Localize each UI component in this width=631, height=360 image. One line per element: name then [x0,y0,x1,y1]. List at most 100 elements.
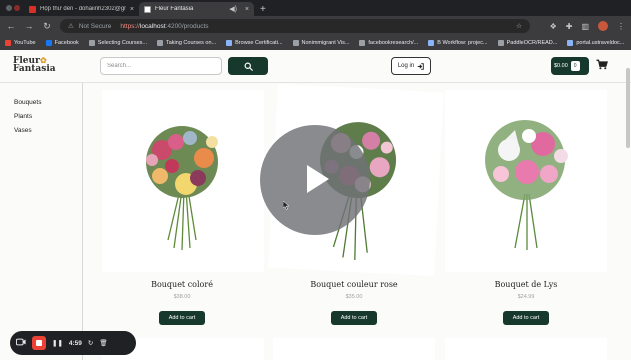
restart-icon[interactable]: ↻ [88,339,93,347]
bookmark-item[interactable]: B Workflow: projec... [428,39,488,46]
toolbar-icons: ❖ ✚ ▥ ⋮ [550,21,625,31]
cart-summary-button[interactable]: $0.00 0 [551,57,589,75]
bookmark-item[interactable]: Taking Courses on... [157,39,217,46]
github-icon [497,39,504,46]
tab-title: Fleur Fantasia [155,6,194,12]
bookmark-youtube[interactable]: YouTube [5,39,36,46]
audio-icon[interactable]: ◀) [229,5,237,13]
stop-recording-button[interactable] [32,336,46,350]
close-tab-icon[interactable]: × [245,6,249,13]
page-scrollbar[interactable] [625,50,631,360]
category-sidebar: Bouquets Plants Vases [0,83,83,360]
scrollbar-thumb[interactable] [626,68,630,148]
browser-chrome: Hộp thư đến - dohaiinh2302@gmail.com - G… [0,0,631,50]
bookmark-label: Taking Courses on... [166,39,217,46]
site-header: Fleur Fantasia ✿ Log in $0.00 0 [0,50,631,83]
search-icon [244,62,253,71]
login-button[interactable]: Log in [391,57,431,75]
close-tab-icon[interactable]: × [130,6,134,13]
bookmark-label: PaddleOCR/READ... [506,39,558,46]
address-bar[interactable]: ⚠ Not Secure https://localhost:4200/prod… [60,19,530,33]
product-image[interactable] [445,90,607,272]
pause-icon[interactable]: ❚❚ [52,339,63,347]
cart-total: $0.00 [554,63,568,69]
forward-icon[interactable]: → [24,21,34,31]
url-port: :4200 [165,22,182,30]
bookmark-facebook[interactable]: Facebook [45,39,79,46]
extensions-puzzle-icon[interactable]: ✚ [566,22,573,31]
bookmark-label: Browse Certificati... [235,39,283,46]
product-card-partial[interactable] [273,338,435,360]
lily-bouquet-image [485,120,568,250]
camera-icon[interactable] [15,338,26,348]
tab-strip: Hộp thư đến - dohaiinh2302@gmail.com - G… [0,0,631,16]
bookmark-label: Selecting Courses... [97,39,147,46]
bookmark-star-icon[interactable]: ☆ [516,22,522,30]
add-to-cart-button[interactable]: Add to cart [331,311,377,325]
bookmark-label: B Workflow: projec... [437,39,488,46]
menu-kebab-icon[interactable]: ⋮ [617,22,625,31]
product-price: $24.99 [517,294,535,300]
site-logo[interactable]: Fleur Fantasia ✿ [13,55,56,74]
bookmark-label: facebookresearch/... [368,39,419,46]
cart-count-badge: 0 [570,61,580,71]
shopping-cart-icon[interactable] [596,59,608,70]
sidebar-item-plants[interactable]: Plants [14,113,32,120]
delete-icon[interactable]: 🗑 [99,339,107,347]
logo-flower-icon: ✿ [40,55,47,65]
search-input[interactable] [100,57,222,75]
add-to-cart-button[interactable]: Add to cart [159,311,205,325]
window-close-dot[interactable] [6,5,12,11]
bookmark-item[interactable]: Selecting Courses... [88,39,147,46]
bookmark-icon [226,39,233,46]
colorful-bouquet-image [146,126,218,251]
bookmarks-bar: YouTube Facebook Selecting Courses... Ta… [0,36,631,49]
video-play-overlay[interactable] [260,125,370,235]
browser-toolbar: ← → ↻ ⚠ Not Secure https://localhost:420… [0,16,631,36]
product-price: $38.00 [173,294,191,300]
site-favicon-icon [144,5,151,13]
facebook-icon [45,39,52,46]
product-card-partial[interactable] [445,338,607,360]
bookmark-item[interactable]: Nonimmigrant Vis... [292,39,350,46]
extension-icon[interactable]: ❖ [550,22,557,31]
product-name[interactable]: Bouquet coloré [107,280,257,289]
not-secure-icon[interactable]: ⚠ [68,22,74,30]
tab-gmail[interactable]: Hộp thư đến - dohaiinh2302@gmail.com - G… [24,2,139,16]
recording-timer: 4:59 [68,339,82,347]
url-scheme: https:// [120,22,140,30]
logo-line-2: Fantasia [13,64,56,74]
bookmark-icon [157,39,163,46]
bookmark-item[interactable]: portal.ustraveldoc... [567,39,625,46]
bookmark-item[interactable]: facebookresearch/... [359,39,419,46]
bookmark-label: Facebook [54,39,79,46]
back-icon[interactable]: ← [6,21,16,31]
new-tab-button[interactable]: + [260,4,266,15]
bookmark-label: Nonimmigrant Vis... [301,39,350,46]
tab-fleur-fantasia[interactable]: Fleur Fantasia ◀) × [139,2,254,16]
youtube-icon [5,39,11,46]
product-name[interactable]: Bouquet de Lys [451,280,601,289]
sidebar-item-vases[interactable]: Vases [14,127,32,134]
url-path: /products [181,22,209,30]
bookmark-label: portal.ustraveldoc... [576,39,625,46]
github-icon [359,39,366,46]
bookmark-icon [292,39,299,46]
url-host: localhost [139,22,166,30]
reload-icon[interactable]: ↻ [42,21,52,32]
gmail-favicon-icon [29,5,36,13]
product-image[interactable] [102,90,264,272]
bookmark-item[interactable]: Browse Certificati... [226,39,283,46]
play-icon [307,165,329,193]
sidebar-item-bouquets[interactable]: Bouquets [14,99,41,106]
window-dot[interactable] [14,5,20,11]
login-arrow-icon [417,62,424,70]
profile-avatar[interactable] [598,21,608,31]
product-name[interactable]: Bouquet couleur rose [279,280,429,289]
add-to-cart-button[interactable]: Add to cart [503,311,549,325]
sidebar-icon[interactable]: ▥ [581,22,589,31]
bookmark-icon [88,39,95,46]
bookmark-item[interactable]: PaddleOCR/READ... [497,39,558,46]
security-label[interactable]: Not Secure [79,23,112,30]
search-button[interactable] [228,57,268,75]
